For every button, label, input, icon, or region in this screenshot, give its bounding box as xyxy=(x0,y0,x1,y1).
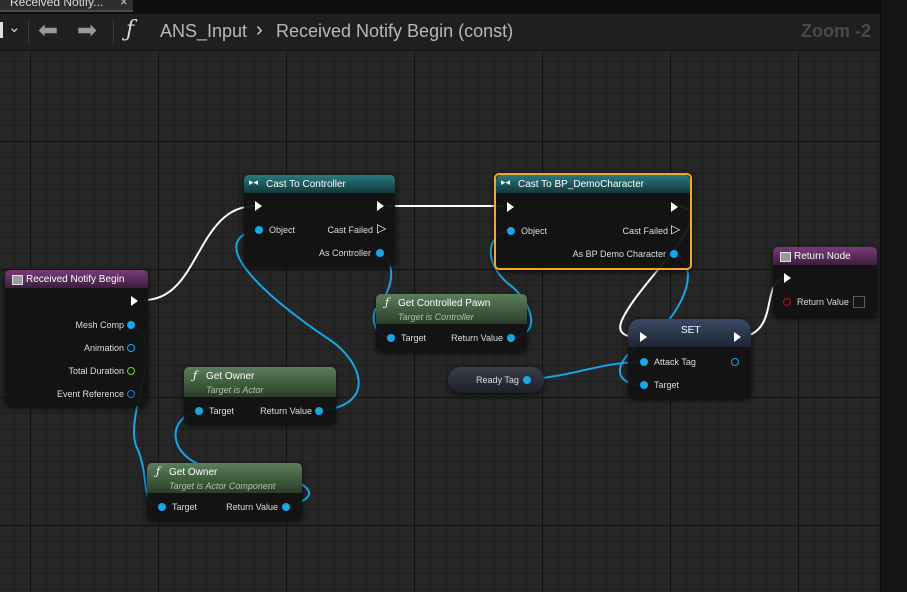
pin-return-value[interactable] xyxy=(282,503,290,511)
breadcrumb-current[interactable]: Received Notify Begin (const) xyxy=(276,21,513,42)
node-ready-tag[interactable]: Ready Tag xyxy=(448,367,544,393)
close-icon[interactable]: × xyxy=(120,0,128,9)
pin-return-value[interactable] xyxy=(507,334,515,342)
pin-label-cast-failed: Cast Failed xyxy=(327,225,373,235)
node-title: Cast To BP_DemoCharacter xyxy=(518,179,644,190)
node-subtitle: Target is Controller xyxy=(398,312,474,322)
exec-out-pin[interactable] xyxy=(377,201,384,211)
pin-target[interactable] xyxy=(158,503,166,511)
menu-icon[interactable] xyxy=(0,22,3,38)
pin-label-mesh-comp: Mesh Comp xyxy=(75,320,124,330)
node-title: Return Node xyxy=(794,251,851,262)
tab-received-notify[interactable]: Received Notify... × xyxy=(0,0,133,12)
exec-out-pin[interactable] xyxy=(131,296,138,306)
node-received-notify-begin[interactable]: Received Notify Begin Mesh Comp Animatio… xyxy=(5,270,148,406)
pin-label-as-controller: As Controller xyxy=(318,248,371,258)
node-cast-to-controller[interactable]: ▸◂ Cast To Controller Object Cast Failed… xyxy=(244,175,395,266)
pin-label-target: Target xyxy=(401,333,427,343)
back-arrow-icon[interactable]: ⬅ xyxy=(38,16,58,45)
exec-in-pin[interactable] xyxy=(255,201,262,211)
pin-label-cast-failed: Cast Failed xyxy=(622,226,668,236)
node-subtitle: Target is Actor xyxy=(206,385,264,395)
toolbar-divider xyxy=(113,20,114,44)
forward-arrow-icon[interactable]: ➡ xyxy=(77,16,97,45)
pin-label-return-value: Return Value xyxy=(226,502,278,512)
pin-label-return-value: Return Value xyxy=(260,406,312,416)
cast-icon: ▸◂ xyxy=(249,177,259,187)
pin-event-reference[interactable] xyxy=(127,390,135,398)
node-set[interactable]: SET Attack Tag Target xyxy=(628,319,751,398)
node-get-owner-component[interactable]: ƒ Get Owner Target is Actor Component Ta… xyxy=(147,463,302,520)
function-icon: ƒ xyxy=(156,465,161,478)
pin-cast-failed[interactable]: ▷ xyxy=(377,221,386,235)
return-icon xyxy=(780,252,791,262)
pin-label-target: Target xyxy=(209,406,235,416)
side-panel xyxy=(880,0,907,592)
function-icon: ƒ xyxy=(385,296,390,309)
toolbar: ⌄ ⬅ ➡ ƒ ANS_Input › Received Notify Begi… xyxy=(0,14,880,51)
pin-target[interactable] xyxy=(387,334,395,342)
exec-in-pin[interactable] xyxy=(784,273,791,283)
exec-out-pin[interactable] xyxy=(671,202,678,212)
zoom-level: Zoom -2 xyxy=(801,21,871,41)
node-subtitle: Target is Actor Component xyxy=(169,481,276,491)
pin-return-value[interactable] xyxy=(315,407,323,415)
node-get-owner-actor[interactable]: ƒ Get Owner Target is Actor Target Retur… xyxy=(184,367,336,424)
pin-cast-failed[interactable]: ▷ xyxy=(671,222,680,236)
tab-strip: Received Notify... × ⇗ xyxy=(0,0,907,14)
pin-label-event-reference: Event Reference xyxy=(56,389,124,399)
pin-total-duration[interactable] xyxy=(127,367,135,375)
exec-out-pin[interactable] xyxy=(734,332,741,342)
node-cast-to-bp-democharacter[interactable]: ▸◂ Cast To BP_DemoCharacter Object Cast … xyxy=(494,173,692,270)
pin-attack-tag-out[interactable] xyxy=(731,358,739,366)
tab-label: Received Notify... xyxy=(10,0,104,9)
pin-return-value[interactable] xyxy=(783,298,791,306)
node-return[interactable]: Return Node Return Value xyxy=(773,247,877,317)
pin-object[interactable] xyxy=(507,227,515,235)
pin-label-target: Target xyxy=(654,380,680,390)
pin-label-attack-tag: Attack Tag xyxy=(654,357,696,367)
node-title: Get Controlled Pawn xyxy=(398,298,491,309)
chevron-right-icon: › xyxy=(256,19,263,41)
toolbar-divider xyxy=(28,20,29,44)
variable-label: Ready Tag xyxy=(476,375,519,385)
pin-target[interactable] xyxy=(640,381,648,389)
pin-mesh-comp[interactable] xyxy=(127,321,135,329)
event-icon xyxy=(12,275,23,285)
cast-icon: ▸◂ xyxy=(501,177,511,187)
breadcrumb-root[interactable]: ANS_Input xyxy=(160,21,247,42)
pin-label-total-duration: Total Duration xyxy=(68,366,124,376)
node-get-controlled-pawn[interactable]: ƒ Get Controlled Pawn Target is Controll… xyxy=(376,294,527,351)
pin-label-target: Target xyxy=(172,502,198,512)
exec-in-pin[interactable] xyxy=(507,202,514,212)
pin-as-controller[interactable] xyxy=(376,249,384,257)
node-title: SET xyxy=(681,325,701,336)
pin-as-bp-demo-character[interactable] xyxy=(670,250,678,258)
return-value-checkbox[interactable] xyxy=(853,296,865,308)
pin-label-object: Object xyxy=(521,226,548,236)
pin-ready-tag[interactable] xyxy=(523,376,531,384)
pin-attack-tag[interactable] xyxy=(640,358,648,366)
node-title: Get Owner xyxy=(206,371,255,382)
pin-label-animation: Animation xyxy=(83,343,124,353)
exec-in-pin[interactable] xyxy=(640,332,647,342)
pin-label-return-value: Return Value xyxy=(451,333,503,343)
pin-label-object: Object xyxy=(269,225,296,235)
pin-target[interactable] xyxy=(195,407,203,415)
node-title: Get Owner xyxy=(169,467,218,478)
node-title: Received Notify Begin xyxy=(26,274,125,285)
pin-object[interactable] xyxy=(255,226,263,234)
pin-label-return-value: Return Value xyxy=(797,297,849,307)
function-icon: ƒ xyxy=(126,17,135,42)
chevron-down-icon[interactable]: ⌄ xyxy=(8,18,21,36)
pin-animation[interactable] xyxy=(127,344,135,352)
function-icon: ƒ xyxy=(193,369,198,382)
pin-label-as-bp-demo-character: As BP Demo Character xyxy=(572,249,666,259)
node-title: Cast To Controller xyxy=(266,179,346,190)
